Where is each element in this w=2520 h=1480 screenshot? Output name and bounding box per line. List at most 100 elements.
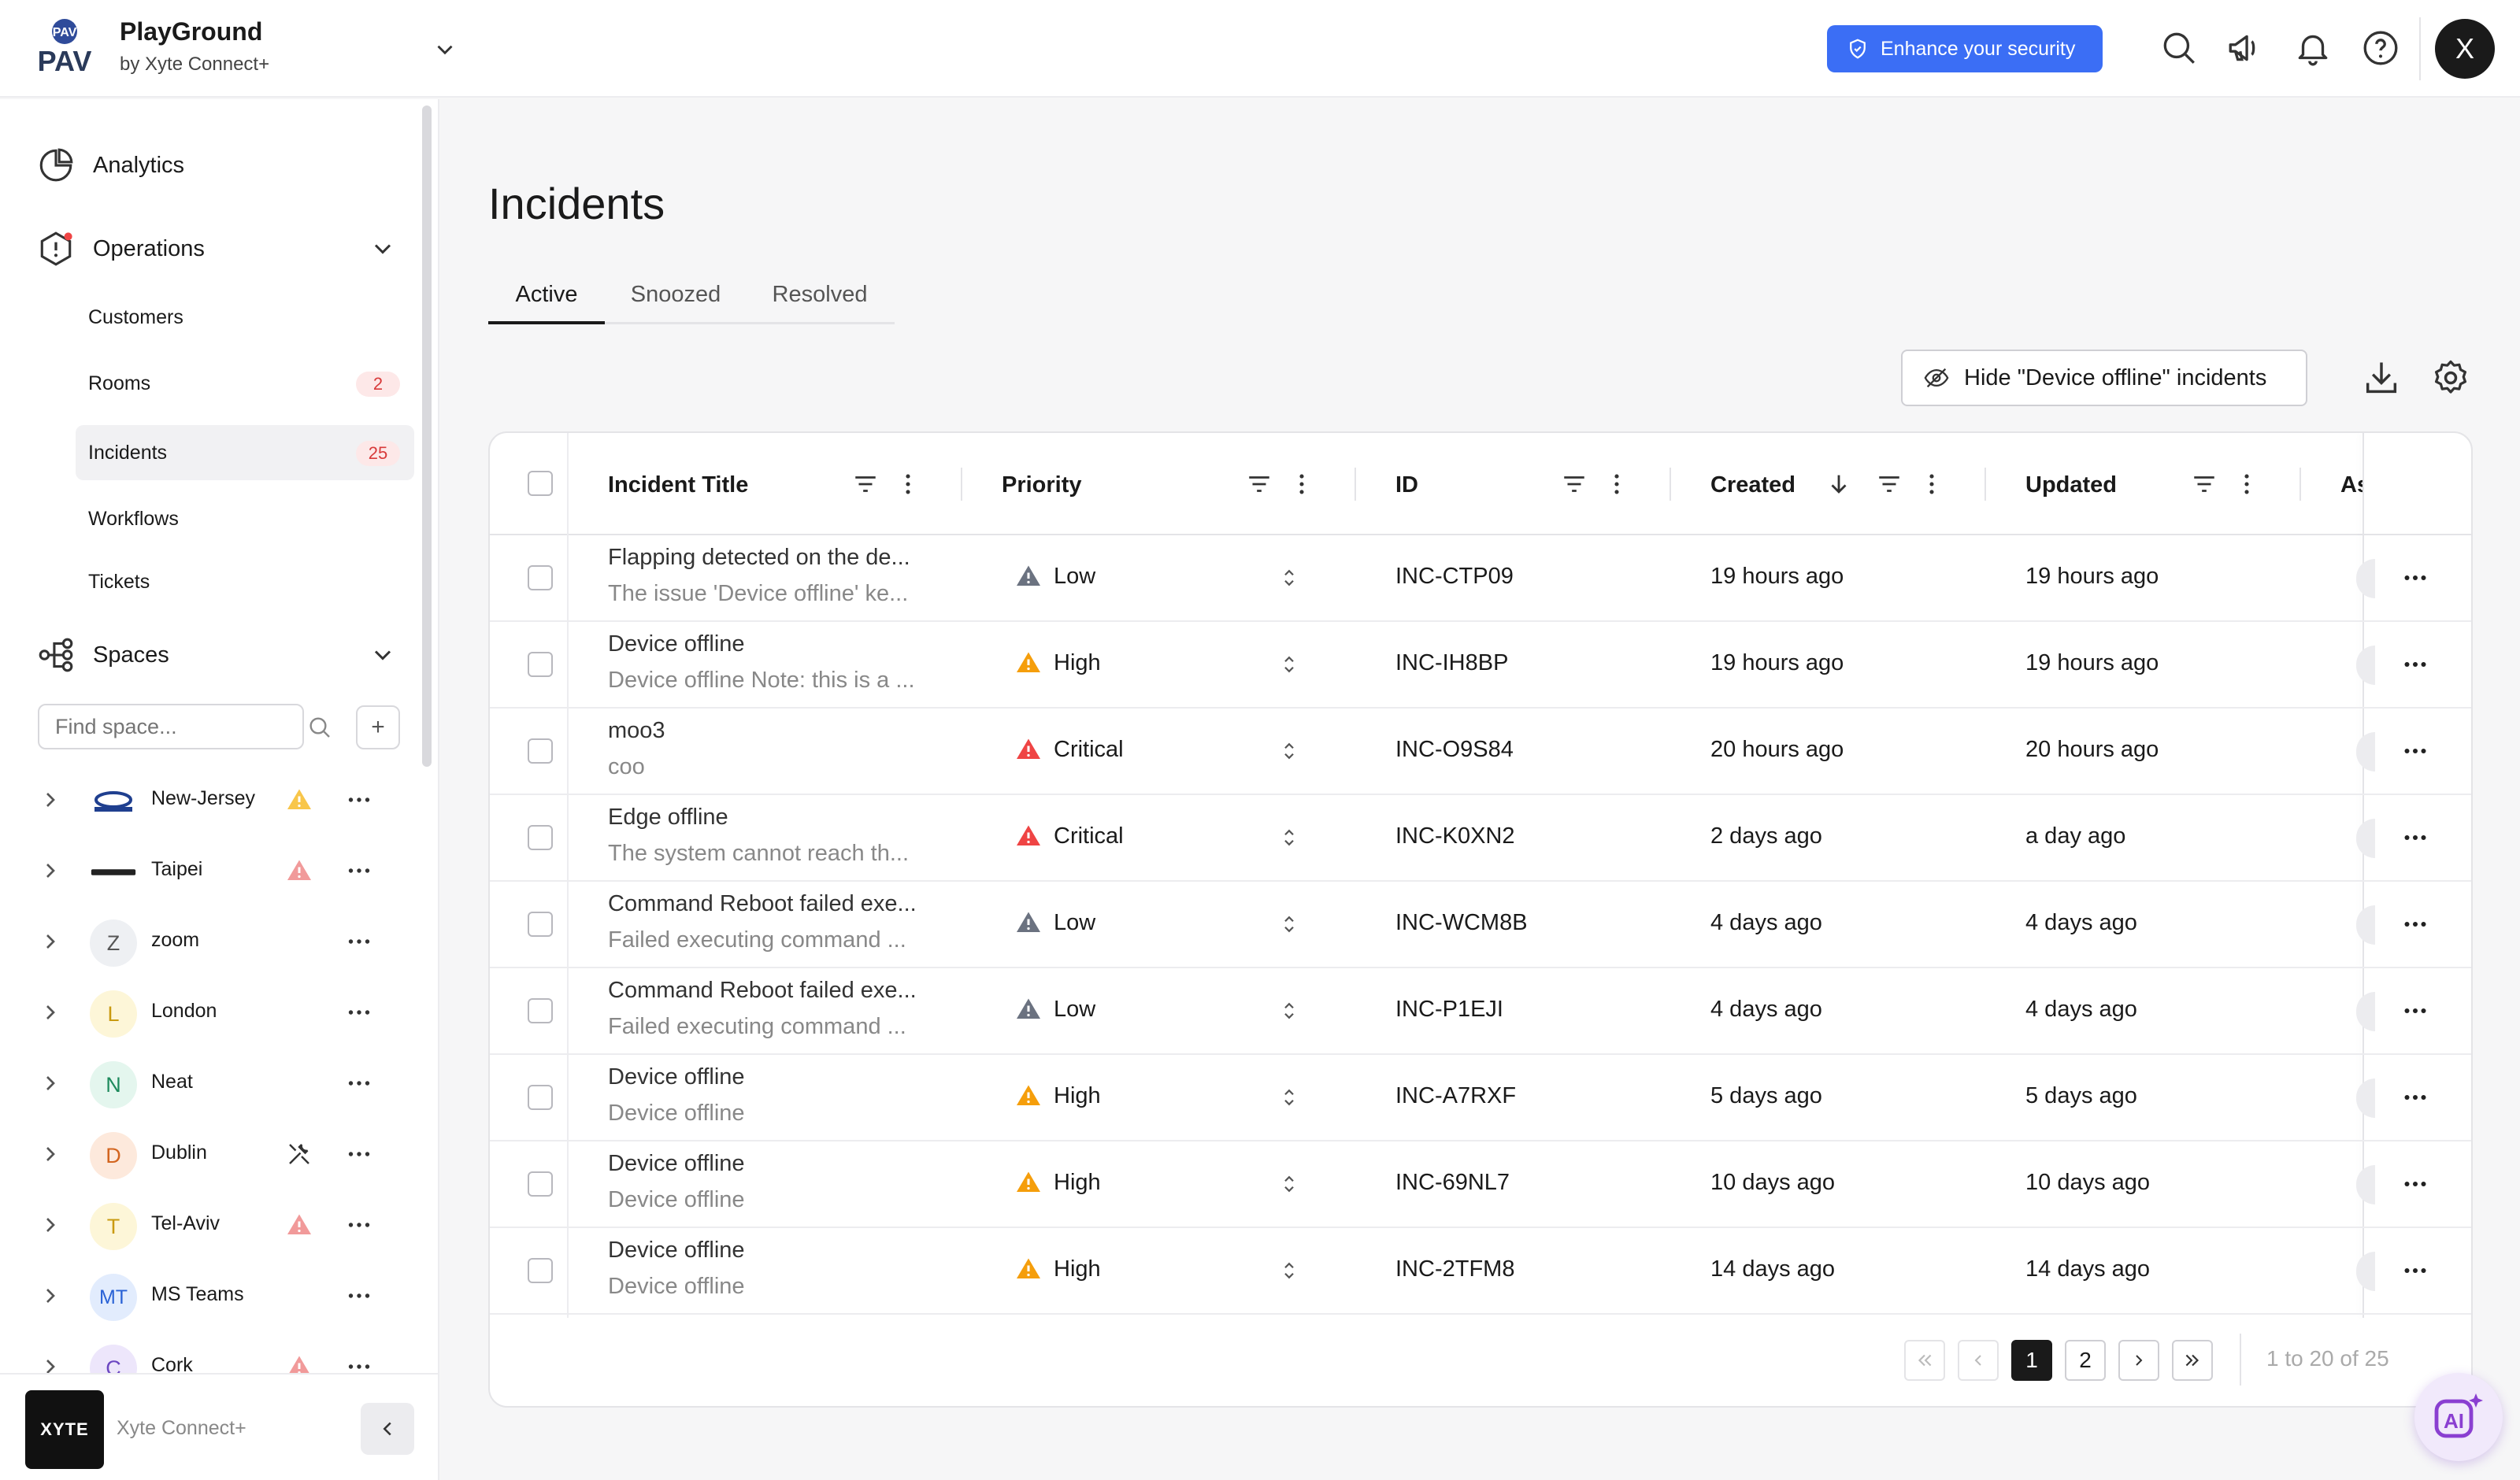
chevron-right-icon[interactable] bbox=[38, 787, 63, 812]
add-space-button[interactable]: + bbox=[356, 705, 400, 749]
sort-descending-icon[interactable] bbox=[1825, 471, 1852, 498]
collapse-sidebar-button[interactable] bbox=[361, 1403, 414, 1455]
incident-title[interactable]: moo3 bbox=[608, 718, 939, 744]
column-divider[interactable] bbox=[1354, 468, 1356, 501]
nav-incidents[interactable]: Incidents 25 bbox=[76, 425, 414, 480]
priority-cell[interactable]: High bbox=[1014, 1082, 1101, 1110]
more-horizontal-icon[interactable] bbox=[2396, 997, 2435, 1025]
next-page-button[interactable] bbox=[2118, 1340, 2159, 1381]
org-name[interactable]: PlayGround bbox=[120, 17, 262, 46]
gear-icon[interactable] bbox=[2430, 357, 2471, 398]
column-divider[interactable] bbox=[961, 468, 962, 501]
priority-cell[interactable]: Low bbox=[1014, 995, 1095, 1023]
more-vertical-icon[interactable] bbox=[895, 471, 921, 498]
assignee-avatar[interactable] bbox=[2356, 732, 2375, 771]
priority-cell[interactable]: High bbox=[1014, 1255, 1101, 1283]
space-item-taipei[interactable]: Taipei bbox=[0, 839, 417, 902]
space-item-new-jersey[interactable]: New-Jersey bbox=[0, 768, 417, 831]
more-horizontal-icon[interactable] bbox=[343, 857, 375, 885]
previous-page-button[interactable] bbox=[1958, 1340, 1999, 1381]
chevron-right-icon[interactable] bbox=[38, 1071, 63, 1096]
table-row[interactable]: Device offline Device offline Note: this … bbox=[490, 622, 2471, 709]
column-header-title[interactable]: Incident Title bbox=[608, 472, 748, 498]
priority-select-chevrons-icon[interactable] bbox=[1277, 1083, 1301, 1112]
priority-select-chevrons-icon[interactable] bbox=[1277, 737, 1301, 765]
last-page-button[interactable] bbox=[2172, 1340, 2213, 1381]
priority-select-chevrons-icon[interactable] bbox=[1277, 650, 1301, 679]
table-row[interactable]: Device offline Device offline High INC-2TFM… bbox=[490, 1228, 2471, 1315]
chevron-down-icon[interactable] bbox=[369, 235, 397, 263]
incident-title[interactable]: Command Reboot failed exe... bbox=[608, 891, 939, 917]
space-item-zoom[interactable]: Z zoom bbox=[0, 910, 417, 973]
row-checkbox[interactable] bbox=[528, 912, 553, 937]
chevron-right-icon[interactable] bbox=[38, 858, 63, 883]
table-row[interactable]: Command Reboot failed exe... Failed execu… bbox=[490, 968, 2471, 1055]
table-row[interactable]: Device offline Device offline High INC-69NL… bbox=[490, 1141, 2471, 1228]
table-row[interactable]: Edge offline The system cannot reach th..… bbox=[490, 795, 2471, 882]
more-vertical-icon[interactable] bbox=[1288, 471, 1315, 498]
enhance-security-button[interactable]: Enhance your security bbox=[1827, 25, 2103, 72]
priority-select-chevrons-icon[interactable] bbox=[1277, 910, 1301, 938]
nav-workflows[interactable]: Workflows bbox=[76, 491, 414, 546]
priority-select-chevrons-icon[interactable] bbox=[1277, 1256, 1301, 1285]
bell-icon[interactable] bbox=[2293, 28, 2333, 68]
more-horizontal-icon[interactable] bbox=[2396, 564, 2435, 592]
priority-cell[interactable]: Low bbox=[1014, 562, 1095, 590]
more-vertical-icon[interactable] bbox=[1918, 471, 1945, 498]
more-horizontal-icon[interactable] bbox=[2396, 1170, 2435, 1198]
filter-icon[interactable] bbox=[1246, 471, 1273, 498]
column-header-priority[interactable]: Priority bbox=[1002, 472, 1082, 498]
priority-select-chevrons-icon[interactable] bbox=[1277, 997, 1301, 1025]
more-horizontal-icon[interactable] bbox=[2396, 1256, 2435, 1285]
table-row[interactable]: Device offline Device offline High INC-A7RX… bbox=[490, 1055, 2471, 1141]
column-divider[interactable] bbox=[2300, 468, 2301, 501]
row-checkbox[interactable] bbox=[528, 1171, 553, 1197]
chevron-down-icon[interactable] bbox=[369, 641, 397, 669]
assignee-avatar[interactable] bbox=[2356, 819, 2375, 858]
space-item-ms-teams[interactable]: MT MS Teams bbox=[0, 1264, 417, 1327]
more-horizontal-icon[interactable] bbox=[343, 1140, 375, 1168]
nav-tickets[interactable]: Tickets bbox=[76, 554, 414, 609]
more-horizontal-icon[interactable] bbox=[2396, 737, 2435, 765]
space-item-london[interactable]: L London bbox=[0, 981, 417, 1044]
table-row[interactable]: moo3 coo Critical INC-O9S84 20 hours ago 20 h… bbox=[490, 709, 2471, 795]
assignee-avatar[interactable] bbox=[2356, 992, 2375, 1031]
column-header-assignee[interactable]: As bbox=[2340, 472, 2362, 498]
incident-title[interactable]: Device offline bbox=[608, 1064, 939, 1090]
assignee-avatar[interactable] bbox=[2356, 1165, 2375, 1204]
row-checkbox[interactable] bbox=[528, 652, 553, 677]
more-vertical-icon[interactable] bbox=[2233, 471, 2260, 498]
incident-title[interactable]: Device offline bbox=[608, 1238, 939, 1264]
more-horizontal-icon[interactable] bbox=[2396, 910, 2435, 938]
priority-cell[interactable]: Critical bbox=[1014, 822, 1124, 850]
more-horizontal-icon[interactable] bbox=[2396, 1083, 2435, 1112]
chevron-right-icon[interactable] bbox=[38, 1283, 63, 1308]
megaphone-icon[interactable] bbox=[2225, 28, 2265, 68]
nav-analytics[interactable]: Analytics bbox=[36, 142, 184, 189]
priority-cell[interactable]: Low bbox=[1014, 908, 1095, 937]
chevron-right-icon[interactable] bbox=[38, 1000, 63, 1025]
assignee-avatar[interactable] bbox=[2356, 1252, 2375, 1291]
space-item-neat[interactable]: N Neat bbox=[0, 1052, 417, 1115]
page-2-button[interactable]: 2 bbox=[2065, 1340, 2106, 1381]
priority-select-chevrons-icon[interactable] bbox=[1277, 564, 1301, 592]
incident-title[interactable]: Command Reboot failed exe... bbox=[608, 978, 939, 1004]
space-item-tel-aviv[interactable]: T Tel-Aviv bbox=[0, 1193, 417, 1256]
column-divider[interactable] bbox=[1984, 468, 1986, 501]
more-horizontal-icon[interactable] bbox=[343, 786, 375, 814]
assignee-avatar[interactable] bbox=[2356, 905, 2375, 945]
row-checkbox[interactable] bbox=[528, 998, 553, 1023]
more-horizontal-icon[interactable] bbox=[2396, 823, 2435, 852]
more-horizontal-icon[interactable] bbox=[343, 1282, 375, 1310]
column-header-updated[interactable]: Updated bbox=[2025, 472, 2117, 498]
row-checkbox[interactable] bbox=[528, 565, 553, 590]
filter-icon[interactable] bbox=[852, 471, 879, 498]
priority-cell[interactable]: High bbox=[1014, 649, 1101, 677]
table-row[interactable]: Flapping detected on the de... The issue … bbox=[490, 535, 2471, 622]
chevron-down-icon[interactable] bbox=[432, 36, 458, 63]
more-horizontal-icon[interactable] bbox=[343, 998, 375, 1027]
priority-select-chevrons-icon[interactable] bbox=[1277, 1170, 1301, 1198]
chevron-right-icon[interactable] bbox=[38, 929, 63, 954]
row-checkbox[interactable] bbox=[528, 1258, 553, 1283]
assignee-avatar[interactable] bbox=[2356, 1079, 2375, 1118]
